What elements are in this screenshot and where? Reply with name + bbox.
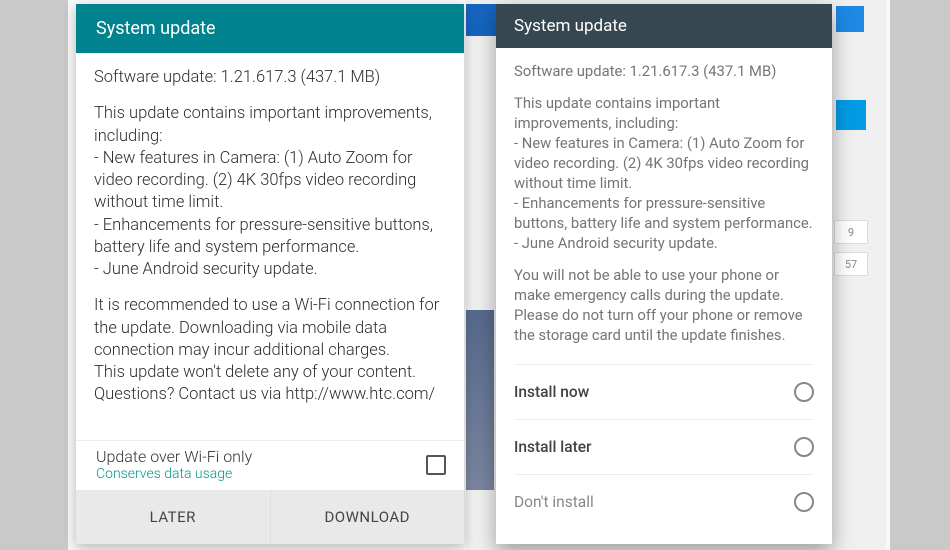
install-options: Install now Install later Don't install bbox=[496, 364, 832, 529]
bg-right-strip bbox=[890, 0, 950, 550]
wifi-only-row[interactable]: Update over Wi-Fi only Conserves data us… bbox=[76, 440, 464, 490]
bg-blue-header-peek bbox=[466, 4, 496, 36]
wifi-only-checkbox[interactable] bbox=[426, 455, 446, 475]
system-update-dialog-htc: System update Software update: 1.21.617.… bbox=[76, 4, 464, 544]
software-version-line: Software update: 1.21.617.3 (437.1 MB) bbox=[94, 67, 446, 89]
dialog-body: Software update: 1.21.617.3 (437.1 MB) T… bbox=[76, 53, 464, 440]
bg-badge-1: 9 bbox=[834, 220, 868, 244]
system-update-dialog-install: System update Software update: 1.21.617.… bbox=[496, 4, 832, 544]
changelog-text: This update contains important improveme… bbox=[514, 94, 814, 254]
software-version-line: Software update: 1.21.617.3 (437.1 MB) bbox=[514, 62, 814, 82]
later-button[interactable]: LATER bbox=[76, 490, 271, 544]
bg-left-strip bbox=[0, 0, 68, 550]
download-button[interactable]: DOWNLOAD bbox=[271, 490, 465, 544]
dialog-footer: LATER DOWNLOAD bbox=[76, 490, 464, 544]
bg-badge-2: 57 bbox=[834, 252, 868, 276]
option-dont-install[interactable]: Don't install bbox=[514, 474, 814, 529]
radio-icon[interactable] bbox=[794, 492, 814, 512]
option-label: Don't install bbox=[514, 493, 794, 511]
option-label: Install now bbox=[514, 383, 794, 401]
wifi-only-subtitle: Conserves data usage bbox=[96, 466, 426, 482]
radio-icon[interactable] bbox=[794, 382, 814, 402]
option-install-later[interactable]: Install later bbox=[514, 419, 814, 474]
dialog-title: System update bbox=[76, 4, 464, 53]
bg-button-peek bbox=[836, 6, 864, 32]
recommendation-text: It is recommended to use a Wi-Fi connect… bbox=[94, 295, 446, 406]
option-label: Install later bbox=[514, 438, 794, 456]
wifi-only-title: Update over Wi-Fi only bbox=[96, 447, 426, 466]
warning-text: You will not be able to use your phone o… bbox=[514, 266, 814, 346]
option-install-now[interactable]: Install now bbox=[514, 364, 814, 419]
radio-icon[interactable] bbox=[794, 437, 814, 457]
dialog-title: System update bbox=[496, 4, 832, 48]
bg-photo-peek bbox=[466, 310, 494, 490]
dialog-body: Software update: 1.21.617.3 (437.1 MB) T… bbox=[496, 48, 832, 364]
bg-social-icon-peek bbox=[836, 100, 866, 130]
changelog-text: This update contains important improveme… bbox=[94, 103, 446, 281]
